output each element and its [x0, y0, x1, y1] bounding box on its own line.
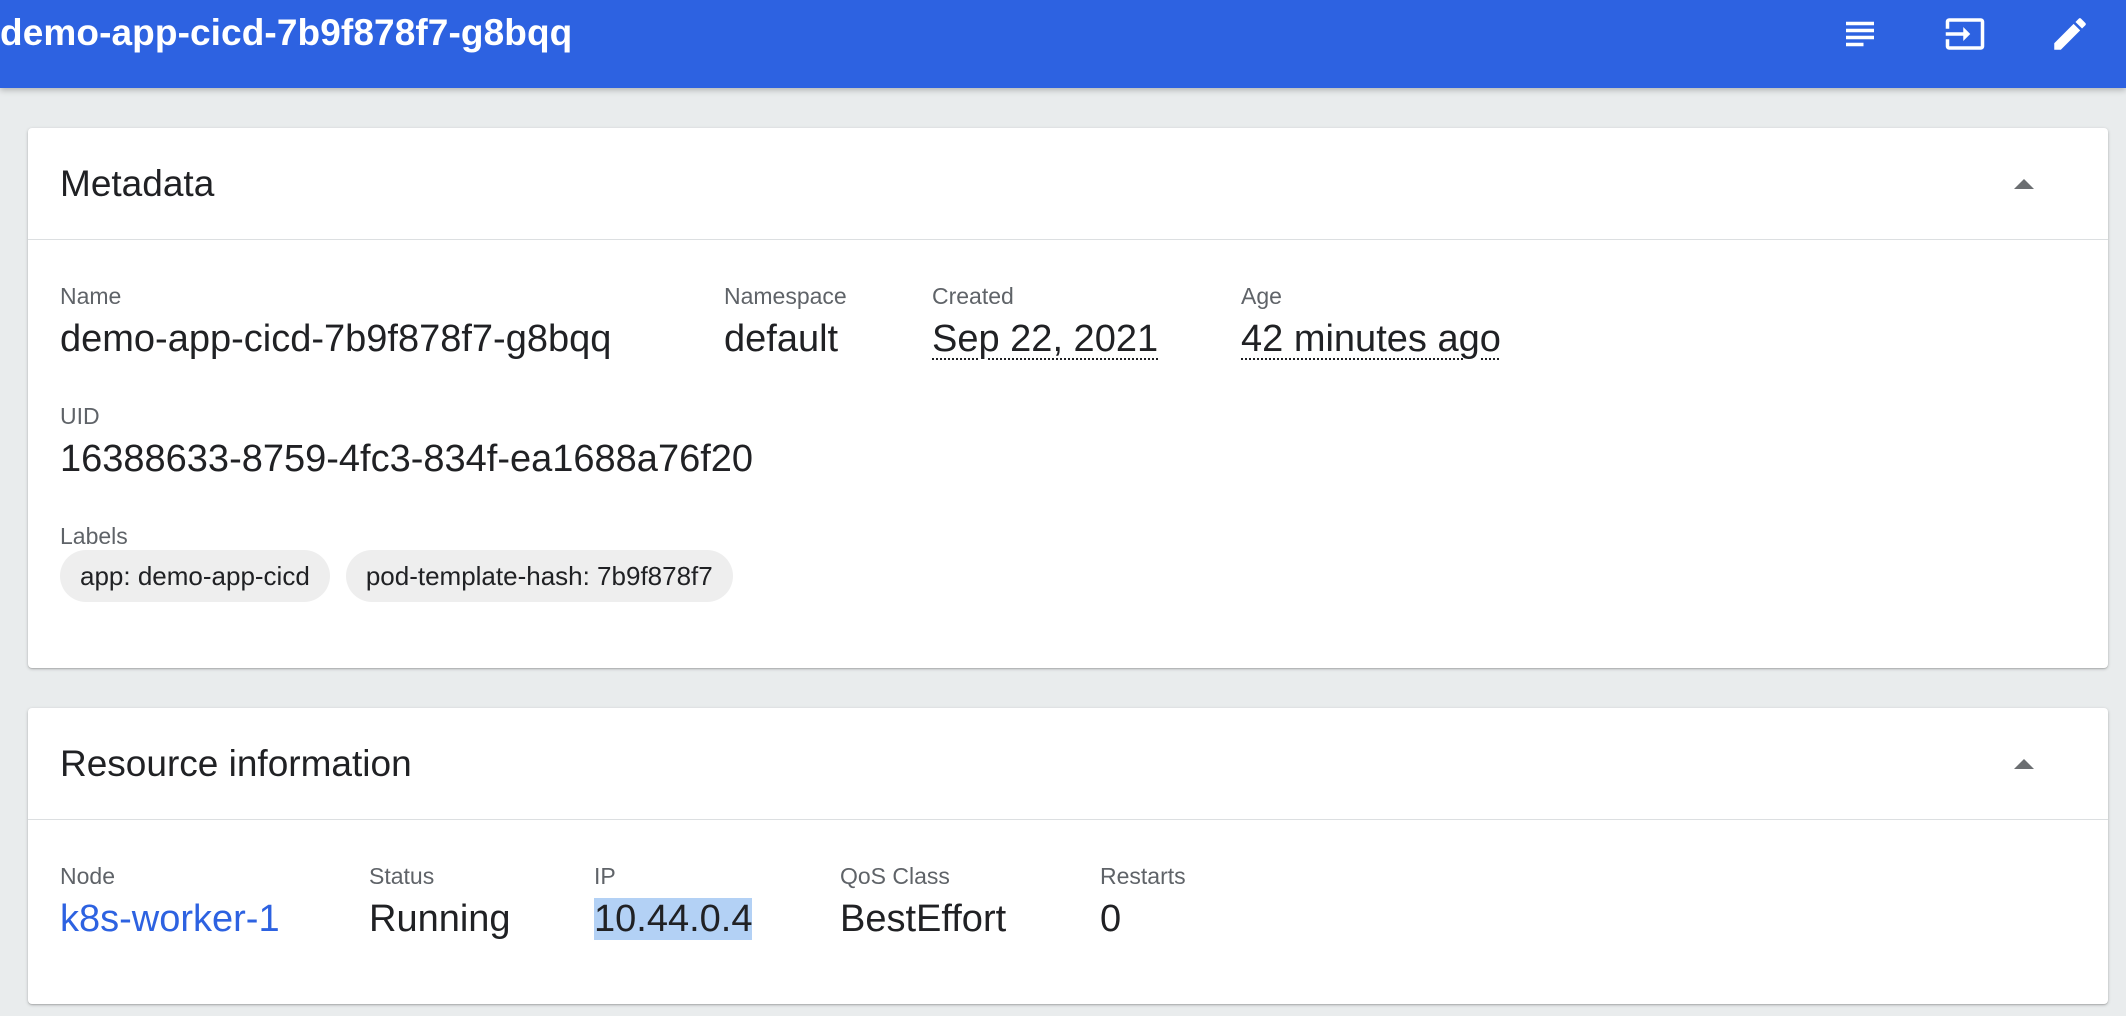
- logs-button[interactable]: [1834, 8, 1886, 60]
- created-field: Created Sep 22, 2021: [932, 282, 1158, 362]
- exec-icon: [1945, 18, 1985, 50]
- status-field: Status Running: [369, 862, 511, 942]
- ip-value[interactable]: 10.44.0.4: [594, 898, 753, 940]
- page-title: demo-app-cicd-7b9f878f7-g8bqq: [0, 12, 573, 53]
- metadata-collapse-button[interactable]: [2004, 164, 2044, 204]
- resource-title: Resource information: [60, 743, 412, 784]
- restarts-field: Restarts 0: [1100, 862, 1186, 942]
- age-label: Age: [1241, 283, 1282, 309]
- caret-up-icon: [2014, 179, 2034, 189]
- status-value: Running: [369, 898, 511, 940]
- uid-field: UID 16388633-8759-4fc3-834f-ea1688a76f20: [60, 402, 753, 482]
- label-chip[interactable]: app: demo-app-cicd: [60, 550, 330, 602]
- exec-button[interactable]: [1939, 8, 1991, 60]
- qos-field: QoS Class BestEffort: [840, 862, 1006, 942]
- edit-button[interactable]: [2044, 8, 2096, 60]
- restarts-value: 0: [1100, 898, 1122, 940]
- logs-icon: [1846, 21, 1874, 47]
- name-label: Name: [60, 283, 122, 309]
- label-chip[interactable]: pod-template-hash: 7b9f878f7: [345, 550, 733, 602]
- metadata-card-header[interactable]: Metadata: [28, 128, 2108, 240]
- name-value: demo-app-cicd-7b9f878f7-g8bqq: [60, 318, 612, 360]
- ip-field: IP 10.44.0.4: [594, 862, 753, 942]
- namespace-value: default: [724, 318, 839, 360]
- edit-icon: [2054, 18, 2086, 50]
- created-label: Created: [932, 283, 1014, 309]
- namespace-label: Namespace: [724, 283, 847, 309]
- resource-collapse-button[interactable]: [2004, 744, 2044, 784]
- uid-value: 16388633-8759-4fc3-834f-ea1688a76f20: [60, 438, 754, 480]
- namespace-field: Namespace default: [724, 282, 847, 362]
- created-value[interactable]: Sep 22, 2021: [932, 316, 1158, 362]
- uid-label: UID: [60, 403, 100, 429]
- ip-value-wrap: 10.44.0.4: [594, 896, 753, 942]
- metadata-card: Metadata Name demo-app-cicd-7b9f878f7-g8…: [28, 128, 2108, 668]
- labels-chip-list: app: demo-app-cicd pod-template-hash: 7b…: [60, 550, 733, 602]
- age-value[interactable]: 42 minutes ago: [1241, 316, 1501, 362]
- status-label: Status: [369, 863, 435, 889]
- ip-label: IP: [594, 863, 616, 889]
- labels-field: Labels: [60, 522, 128, 550]
- name-field: Name demo-app-cicd-7b9f878f7-g8bqq: [60, 282, 611, 362]
- resource-card-header[interactable]: Resource information: [28, 708, 2108, 820]
- qos-label: QoS Class: [840, 863, 950, 889]
- app-toolbar: demo-app-cicd-7b9f878f7-g8bqq: [0, 0, 2126, 88]
- metadata-title: Metadata: [60, 163, 215, 204]
- node-link[interactable]: k8s-worker-1: [60, 896, 280, 942]
- restarts-label: Restarts: [1100, 863, 1186, 889]
- age-field: Age 42 minutes ago: [1241, 282, 1501, 362]
- node-label: Node: [60, 863, 115, 889]
- qos-value: BestEffort: [840, 898, 1007, 940]
- caret-up-icon: [2014, 759, 2034, 769]
- resource-card: Resource information Node k8s-worker-1 S…: [28, 708, 2108, 1004]
- node-field: Node k8s-worker-1: [60, 862, 280, 942]
- labels-label: Labels: [60, 523, 128, 549]
